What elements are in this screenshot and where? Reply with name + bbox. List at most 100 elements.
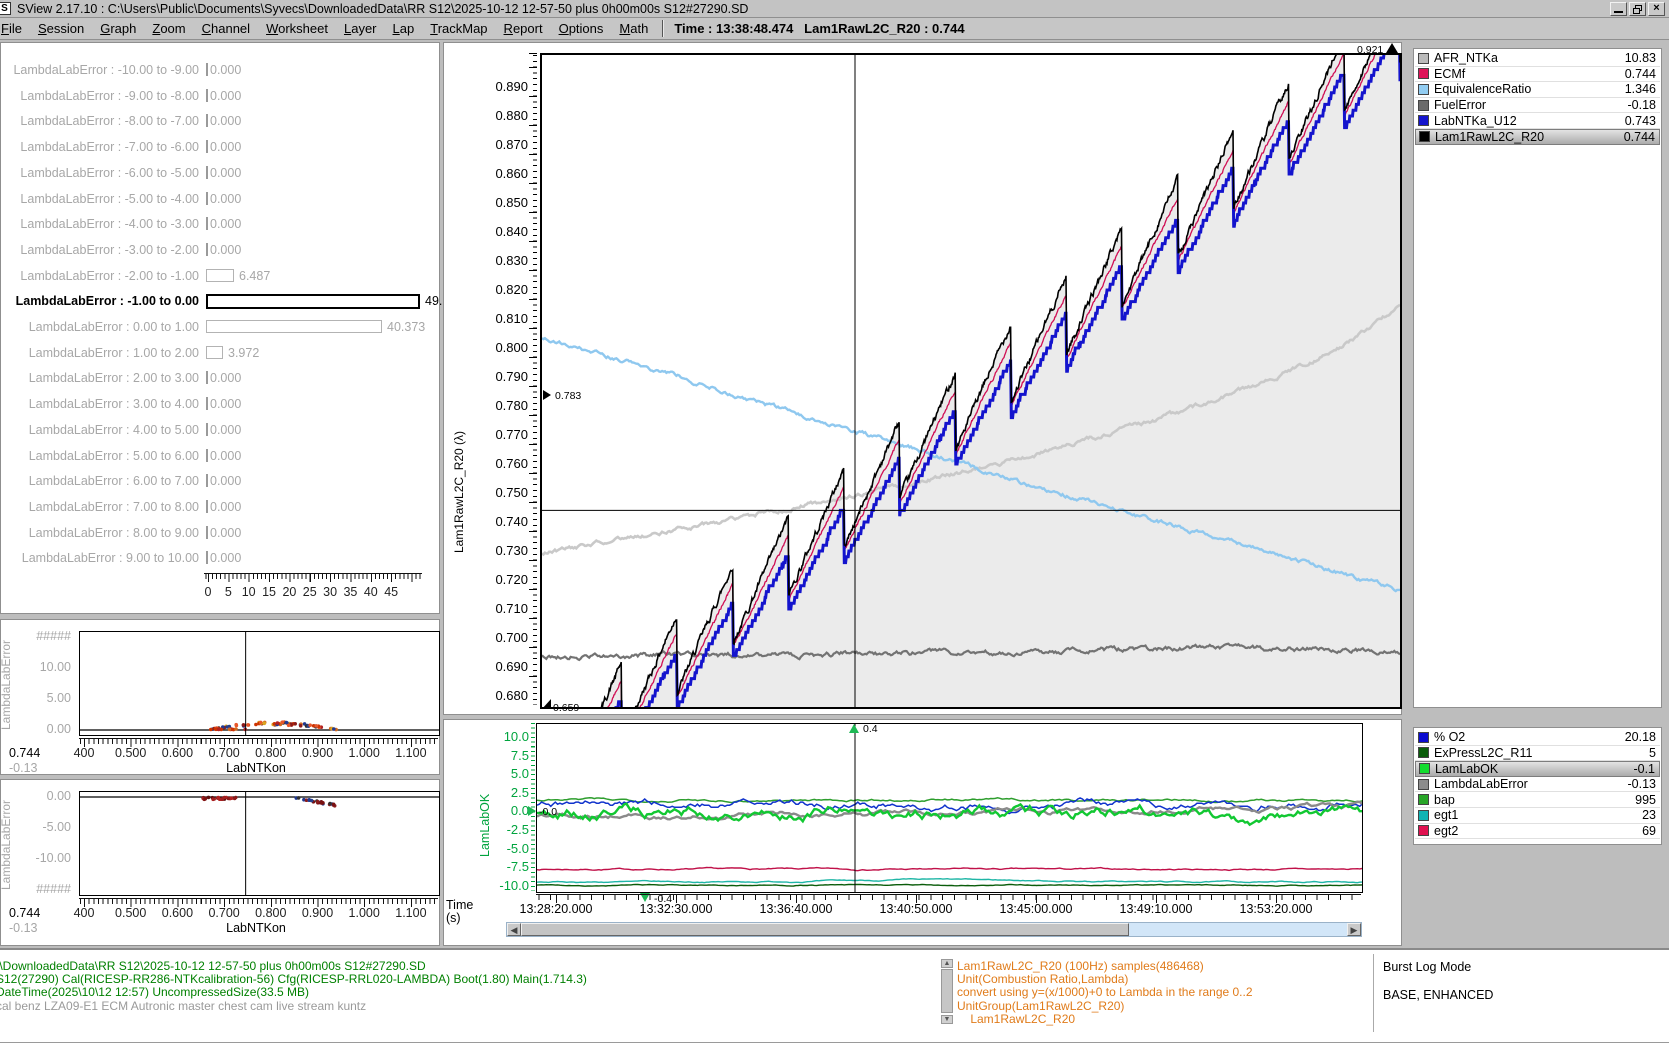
histogram-row[interactable]: LambdaLabError : -6.00 to -5.000.000 [1,166,439,181]
tick-label: 5.00 [13,691,71,705]
channel-row-lam1rawl2c-r20[interactable]: Lam1RawL2C_R200.744 [1415,129,1660,145]
histogram-row[interactable]: LambdaLabError : 9.00 to 10.000.000 [1,551,439,566]
channel-color-swatch [1418,747,1429,758]
menu-item-lap[interactable]: Lap [385,19,423,38]
tick-label: 0.870 [444,137,528,152]
close-button[interactable]: × [1648,2,1665,16]
histogram-row[interactable]: LambdaLabError : -2.00 to -1.006.487 [1,269,439,284]
menu-item-trackmap[interactable]: TrackMap [422,19,495,38]
tick-label: 0.00 [13,722,71,736]
channel-list-bottom: % O220.18ExPressL2C_R115LamLabOK-0.1Lamb… [1413,727,1662,845]
histogram-row[interactable]: LambdaLabError : 6.00 to 7.000.000 [1,474,439,489]
scroll-up-icon[interactable]: ▲ [941,959,953,968]
menu-item-file[interactable]: File [0,19,30,38]
histogram-row[interactable]: LambdaLabError : -4.00 to -3.000.000 [1,217,439,232]
histogram-row[interactable]: LambdaLabError : -10.00 to -9.000.000 [1,63,439,78]
channel-color-swatch [1418,68,1429,79]
channel-value: -0.18 [1628,98,1657,112]
menu-item-report[interactable]: Report [496,19,551,38]
menu-item-zoom[interactable]: Zoom [144,19,193,38]
channel-info-line: Lam1RawL2C_R20 (100Hz) samples(486468) [957,959,1204,973]
tick-label: 10 [242,585,256,599]
histogram-range-label: LambdaLabError : -1.00 to 0.00 [16,294,199,308]
scatter-x-ruler [79,738,438,746]
histogram-row[interactable]: LambdaLabError : -9.00 to -8.000.000 [1,89,439,104]
histogram-row[interactable]: LambdaLabError : -3.00 to -2.000.000 [1,243,439,258]
time-strip-panel[interactable]: LamLabOK10.07.55.02.50.0-2.5-5.0-7.5-10.… [443,719,1402,946]
menu-separator [662,20,664,37]
restore-button[interactable] [1629,2,1646,16]
tick-label: 0.680 [444,688,528,703]
tick-label: 0.0 [489,803,529,818]
histogram-row[interactable]: LambdaLabError : 4.00 to 5.000.000 [1,423,439,438]
scroll-down-icon[interactable]: ▼ [941,1015,953,1024]
menu-item-channel[interactable]: Channel [194,19,258,38]
channel-row-equivalenceratio[interactable]: EquivalenceRatio1.346 [1415,82,1660,98]
time-plot-area[interactable] [536,723,1363,893]
channel-row-expressl2c-r11[interactable]: ExPressL2C_R115 [1415,746,1660,762]
histogram-value: 3.972 [228,346,259,360]
channel-row-afr-ntka[interactable]: AFR_NTKa10.83 [1415,51,1660,67]
scroll-right-icon[interactable]: ▶ [1347,923,1361,936]
left-value-marker-label: -0.0 [539,806,557,818]
channel-row-egt2[interactable]: egt269 [1415,824,1660,840]
histogram-row[interactable]: LambdaLabError : -8.00 to -7.000.000 [1,114,439,129]
histogram-row[interactable]: LambdaLabError : 2.00 to 3.000.000 [1,371,439,386]
channel-info-line: Lam1RawL2C_R20 [957,1012,1075,1026]
channel-row-bap[interactable]: bap995 [1415,792,1660,808]
channel-row-egt1[interactable]: egt123 [1415,808,1660,824]
scatter-bottom-panel[interactable]: LambdaLabError0.00-5.00-10.00#####4000.5… [0,779,440,946]
menu-items: FileSessionGraphZoomChannelWorksheetLaye… [0,19,656,38]
main-plot-area[interactable] [540,53,1402,709]
tick-label: 0.820 [444,282,528,297]
histogram-row[interactable]: LambdaLabError : 8.00 to 9.000.000 [1,526,439,541]
scroll-left-icon[interactable]: ◀ [507,923,521,936]
menu-item-session[interactable]: Session [30,19,92,38]
menu-item-options[interactable]: Options [551,19,612,38]
menu-item-layer[interactable]: Layer [336,19,385,38]
histogram-row[interactable]: LambdaLabError : 5.00 to 6.000.000 [1,449,439,464]
histogram-range-label: LambdaLabError : 8.00 to 9.00 [29,526,199,540]
channel-row-labntka-u12[interactable]: LabNTKa_U120.743 [1415,113,1660,129]
histogram-bar [206,371,208,384]
histogram-row[interactable]: LambdaLabError : -5.00 to -4.000.000 [1,192,439,207]
scatter-top-panel[interactable]: LambdaLabError#####10.005.000.004000.500… [0,619,440,775]
title-bar[interactable]: S SView 2.17.10 : C:\Users\Public\Docume… [0,0,1669,18]
channel-row-lambdalaberror[interactable]: LambdaLabError-0.13 [1415,777,1660,793]
scatter-plot-area[interactable] [79,631,440,736]
tick-label: -7.5 [489,859,529,874]
tick-label: 5.0 [489,766,529,781]
histogram-value: 0.000 [210,397,241,411]
tick-label: 1.000 [349,746,380,760]
histogram-range-label: LambdaLabError : -3.00 to -2.00 [20,243,199,257]
histogram-panel[interactable]: LambdaLabError : -10.00 to -9.000.000 Lam… [0,42,440,614]
minimize-button[interactable] [1610,2,1627,16]
tick-label: 0.700 [208,906,239,920]
histogram-row[interactable]: LambdaLabError : -7.00 to -6.000.000 [1,140,439,155]
channel-row-fuelerror[interactable]: FuelError-0.18 [1415,98,1660,114]
scroll-thumb[interactable] [941,969,953,1013]
histogram-value: 6.487 [239,269,270,283]
channel-name: LabNTKa_U12 [1434,114,1625,128]
tick-label: 45 [384,585,398,599]
histogram-bar [206,397,208,410]
histogram-row[interactable]: LambdaLabError : 7.00 to 8.000.000 [1,500,439,515]
time-scrollbar[interactable]: ◀▶ [506,922,1362,937]
histogram-row[interactable]: LambdaLabError : 0.00 to 1.0040.373 [1,320,439,335]
menu-item-math[interactable]: Math [611,19,656,38]
histogram-row[interactable]: LambdaLabError : 3.00 to 4.000.000 [1,397,439,412]
tick-label: -10.00 [13,851,71,865]
tick-label: 0.800 [255,906,286,920]
histogram-bar [206,500,208,513]
menu-item-graph[interactable]: Graph [92,19,144,38]
histogram-row[interactable]: LambdaLabError : 1.00 to 2.003.972 [1,346,439,361]
main-chart-panel[interactable]: Lam1RawL2C_R20 (λ)0.8900.8800.8700.8600.… [443,42,1402,715]
channel-row--o2[interactable]: % O220.18 [1415,730,1660,746]
menu-item-worksheet[interactable]: Worksheet [258,19,336,38]
channel-row-ecmf[interactable]: ECMf0.744 [1415,67,1660,83]
scrollbar-thumb[interactable] [521,923,1129,936]
histogram-range-label: LambdaLabError : 7.00 to 8.00 [29,500,199,514]
histogram-row[interactable]: LambdaLabError : -1.00 to 0.0049.168 [1,294,439,309]
scatter-plot-area[interactable] [79,791,440,896]
channel-row-lamlabok[interactable]: LamLabOK-0.1 [1415,761,1660,777]
